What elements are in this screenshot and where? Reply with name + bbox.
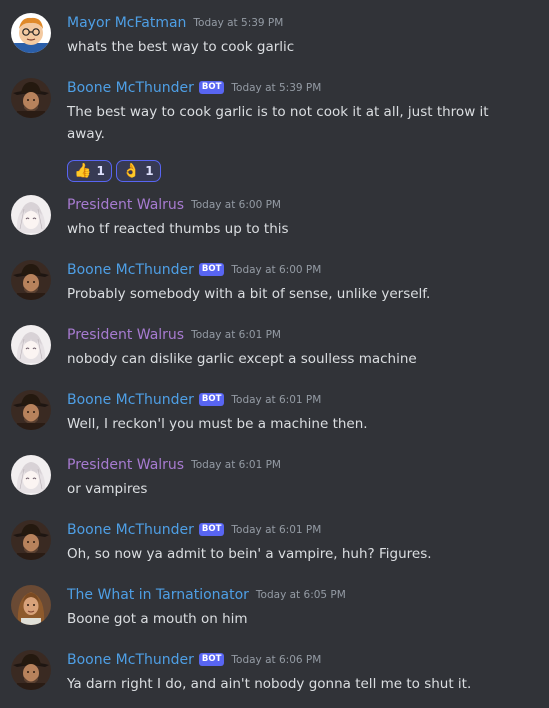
message-timestamp: Today at 6:01 PM xyxy=(191,459,281,471)
username[interactable]: President Walrus xyxy=(67,457,184,473)
bot-tag: BOT xyxy=(198,392,225,406)
anime-girl-avatar[interactable] xyxy=(11,325,51,365)
message-text: Well, I reckon'l you must be a machine t… xyxy=(67,416,368,432)
bot-tag: BOT xyxy=(198,522,225,536)
message-timestamp: Today at 6:01 PM xyxy=(231,524,322,536)
message-timestamp: Today at 6:01 PM xyxy=(231,394,322,406)
username[interactable]: The What in Tarnationator xyxy=(67,587,249,603)
message-text: nobody can dislike garlic except a soull… xyxy=(67,351,417,367)
cowboy-avatar[interactable] xyxy=(11,260,51,300)
thumbs-up-icon: 👍 xyxy=(74,163,92,179)
message-timestamp: Today at 6:01 PM xyxy=(191,329,281,341)
anime-girl-avatar[interactable] xyxy=(11,455,51,495)
username[interactable]: Boone McThunder xyxy=(67,522,194,538)
message-timestamp: Today at 6:00 PM xyxy=(231,264,322,276)
cowboy-avatar[interactable] xyxy=(11,78,51,118)
message-text: Oh, so now ya admit to bein' a vampire, … xyxy=(67,546,432,562)
anime-girl-avatar[interactable] xyxy=(11,195,51,235)
ok-hand-icon: 👌 xyxy=(122,163,141,179)
message-text: or vampires xyxy=(67,481,148,497)
reaction-ok-hand[interactable]: 👌 1 xyxy=(115,160,161,182)
message-timestamp: Today at 5:39 PM xyxy=(193,17,284,29)
message-text: The best way to cook garlic is to not co… xyxy=(67,104,489,142)
reaction-count: 1 xyxy=(145,164,154,178)
message-text: whats the best way to cook garlic xyxy=(67,39,295,55)
chat-message-list: Mayor McFatman Today at 5:39 PM whats th… xyxy=(0,0,549,708)
bot-tag: BOT xyxy=(198,80,225,94)
message-text: Ya darn right I do, and ain't nobody gon… xyxy=(67,676,472,692)
message-timestamp: Today at 5:39 PM xyxy=(231,82,322,94)
cartoon-face-avatar[interactable] xyxy=(11,13,51,53)
username[interactable]: President Walrus xyxy=(67,327,184,343)
message-text: Probably somebody with a bit of sense, u… xyxy=(67,286,431,302)
reaction-thumbs-up[interactable]: 👍 1 xyxy=(67,160,112,182)
reaction-count: 1 xyxy=(96,164,105,178)
message-timestamp: Today at 6:06 PM xyxy=(231,654,322,666)
bot-tag: BOT xyxy=(198,262,225,276)
long-hair-man-avatar[interactable] xyxy=(11,585,51,625)
message-timestamp: Today at 6:05 PM xyxy=(255,589,346,601)
cowboy-avatar[interactable] xyxy=(11,390,51,430)
username[interactable]: Boone McThunder xyxy=(67,652,194,668)
bot-tag: BOT xyxy=(198,652,225,666)
username[interactable]: President Walrus xyxy=(67,197,184,213)
username[interactable]: Mayor McFatman xyxy=(67,15,186,31)
cowboy-avatar[interactable] xyxy=(11,650,51,690)
reaction-bar: 👍 1 👌 1 xyxy=(67,160,161,182)
message-timestamp: Today at 6:00 PM xyxy=(191,199,281,211)
message-text: Boone got a mouth on him xyxy=(67,611,248,627)
username[interactable]: Boone McThunder xyxy=(67,80,194,96)
username[interactable]: Boone McThunder xyxy=(67,262,194,278)
username[interactable]: Boone McThunder xyxy=(67,392,194,408)
message-text: who tf reacted thumbs up to this xyxy=(67,221,289,237)
cowboy-avatar[interactable] xyxy=(11,520,51,560)
